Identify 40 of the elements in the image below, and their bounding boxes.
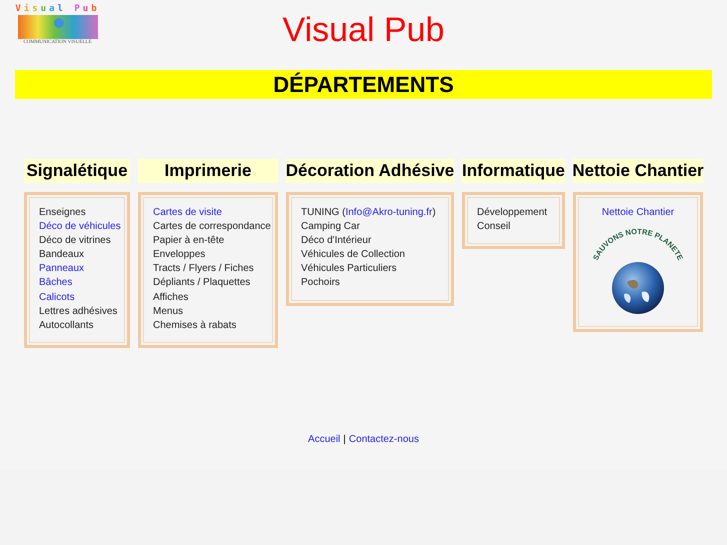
list-item: Développement bbox=[477, 206, 548, 220]
list-item: Véhicules de Collection bbox=[301, 248, 406, 262]
list-item: Tracts / Flyers / Fiches bbox=[153, 262, 255, 276]
column-heading: Décoration Adhésive bbox=[286, 159, 454, 183]
column-heading: Imprimerie bbox=[138, 159, 278, 183]
list-item: TUNING (Info@Akro-tuning.fr) bbox=[301, 206, 437, 220]
column-heading: Nettoie Chantier bbox=[573, 159, 703, 183]
item-link[interactable]: Cartes de visite bbox=[153, 206, 268, 220]
item-link[interactable]: Nettoie Chantier bbox=[602, 206, 674, 220]
list-item: Autocollants bbox=[39, 318, 94, 333]
list-item: Menus bbox=[153, 304, 184, 319]
list-item: Conseil bbox=[477, 220, 512, 234]
list-item: Camping Car bbox=[301, 220, 361, 234]
globe-icon bbox=[612, 262, 664, 314]
column-heading: Signalétique bbox=[24, 159, 130, 183]
item-link[interactable]: Déco de véhicules bbox=[39, 220, 120, 234]
list-item: Déco d'Intérieur bbox=[301, 234, 372, 248]
footer-link[interactable]: Accueil bbox=[308, 434, 340, 445]
item-link[interactable]: Bâches bbox=[39, 276, 120, 291]
list-item: Véhicules Particuliers bbox=[301, 262, 398, 276]
item-link[interactable]: Calicots bbox=[39, 290, 120, 305]
list-item: Chemises à rabats bbox=[153, 318, 238, 333]
site-title: Visual Pub bbox=[282, 10, 446, 50]
list-item: Déco de vitrines bbox=[39, 234, 112, 248]
list-item: Affiches bbox=[153, 290, 190, 305]
footer-link[interactable]: Contactez-nous bbox=[348, 434, 419, 445]
list-item: Papier à en-tête bbox=[153, 234, 226, 248]
rainbow-icon bbox=[18, 15, 98, 39]
list-item: Enseignes bbox=[39, 206, 87, 220]
banner-title: DÉPARTEMENTS bbox=[273, 71, 454, 99]
column-heading: Informatique bbox=[462, 159, 565, 183]
item-link[interactable]: Panneaux bbox=[39, 262, 120, 276]
list-item: Dépliants / Plaquettes bbox=[153, 276, 252, 290]
list-item: Bandeaux bbox=[39, 248, 86, 262]
list-item: Cartes de correspondance bbox=[153, 220, 268, 234]
list-item: Enveloppes bbox=[153, 248, 206, 262]
list-item: Lettres adhésives bbox=[39, 304, 118, 319]
list-item: Pochoirs bbox=[301, 276, 341, 290]
separator: | bbox=[343, 434, 346, 445]
email-link[interactable]: Info@Akro-tuning.fr bbox=[345, 207, 432, 218]
